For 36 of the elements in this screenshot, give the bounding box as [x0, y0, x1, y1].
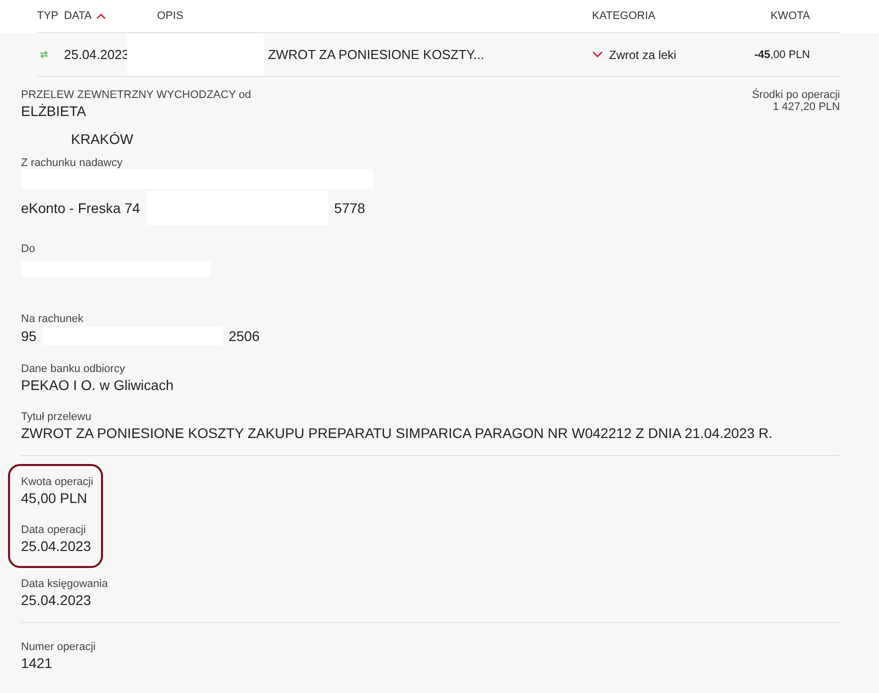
field-value: 2506 [228, 328, 260, 344]
column-header[interactable]: KATEGORIA [592, 10, 742, 22]
balance-value: 1 427,20 PLN [772, 101, 840, 113]
recipient-name: ELŻBIETA [21, 103, 88, 119]
field-value: 95 [21, 328, 37, 344]
field-value: 25.04.2023 [21, 538, 92, 554]
transfer-arrows-icon [39, 50, 49, 59]
row-amount: -45,00 PLN [753, 48, 811, 60]
field-value: 5778 [334, 200, 366, 216]
column-header[interactable]: TYP [37, 10, 64, 22]
field-value: eKonto - Freska 74 [21, 200, 140, 216]
field-value: 45,00 PLN [21, 490, 88, 506]
field-label: Kwota operacji [21, 476, 94, 488]
chevron-down-icon[interactable] [592, 51, 603, 58]
field-label: Dane banku odbiorcy [21, 363, 126, 375]
field-label: Na rachunek [21, 313, 84, 325]
column-header[interactable]: KWOTA [742, 10, 840, 22]
column-header[interactable]: OPIS [157, 10, 592, 22]
field-value: ZWROT ZA PONIESIONE KOSZTY ZAKUPU PREPARATU SIMPARICA PARAGON NR W042212 Z DNIA 21.04.2023 R. [21, 425, 774, 441]
sort-up-icon [96, 13, 106, 19]
field-label: Do [21, 243, 36, 255]
field-value: PEKAO I O. w Gliwicach [21, 377, 174, 393]
row-description: ZWROT ZA PONIESIONE KOSZTY... [268, 47, 484, 62]
field-label: Tytuł przelewu [21, 411, 92, 423]
recipient-city: KRAKÓW [71, 131, 134, 147]
row-date: 25.04.2023 [64, 47, 130, 62]
field-label: Numer operacji [21, 641, 97, 653]
row-category: Zwrot za leki [609, 48, 676, 62]
column-header[interactable]: DATA [64, 10, 157, 22]
balance-label: Środki po operacji [752, 89, 840, 101]
field-value: 25.04.2023 [21, 592, 92, 608]
field-label: Data księgowania [21, 578, 109, 590]
field-label: Data operacji [21, 524, 87, 536]
field-value: 1421 [21, 655, 54, 671]
field-label: Z rachunku nadawcy [21, 157, 124, 169]
transfer-type: PRZELEW ZEWNETRZNY WYCHODZACY od [21, 89, 252, 101]
